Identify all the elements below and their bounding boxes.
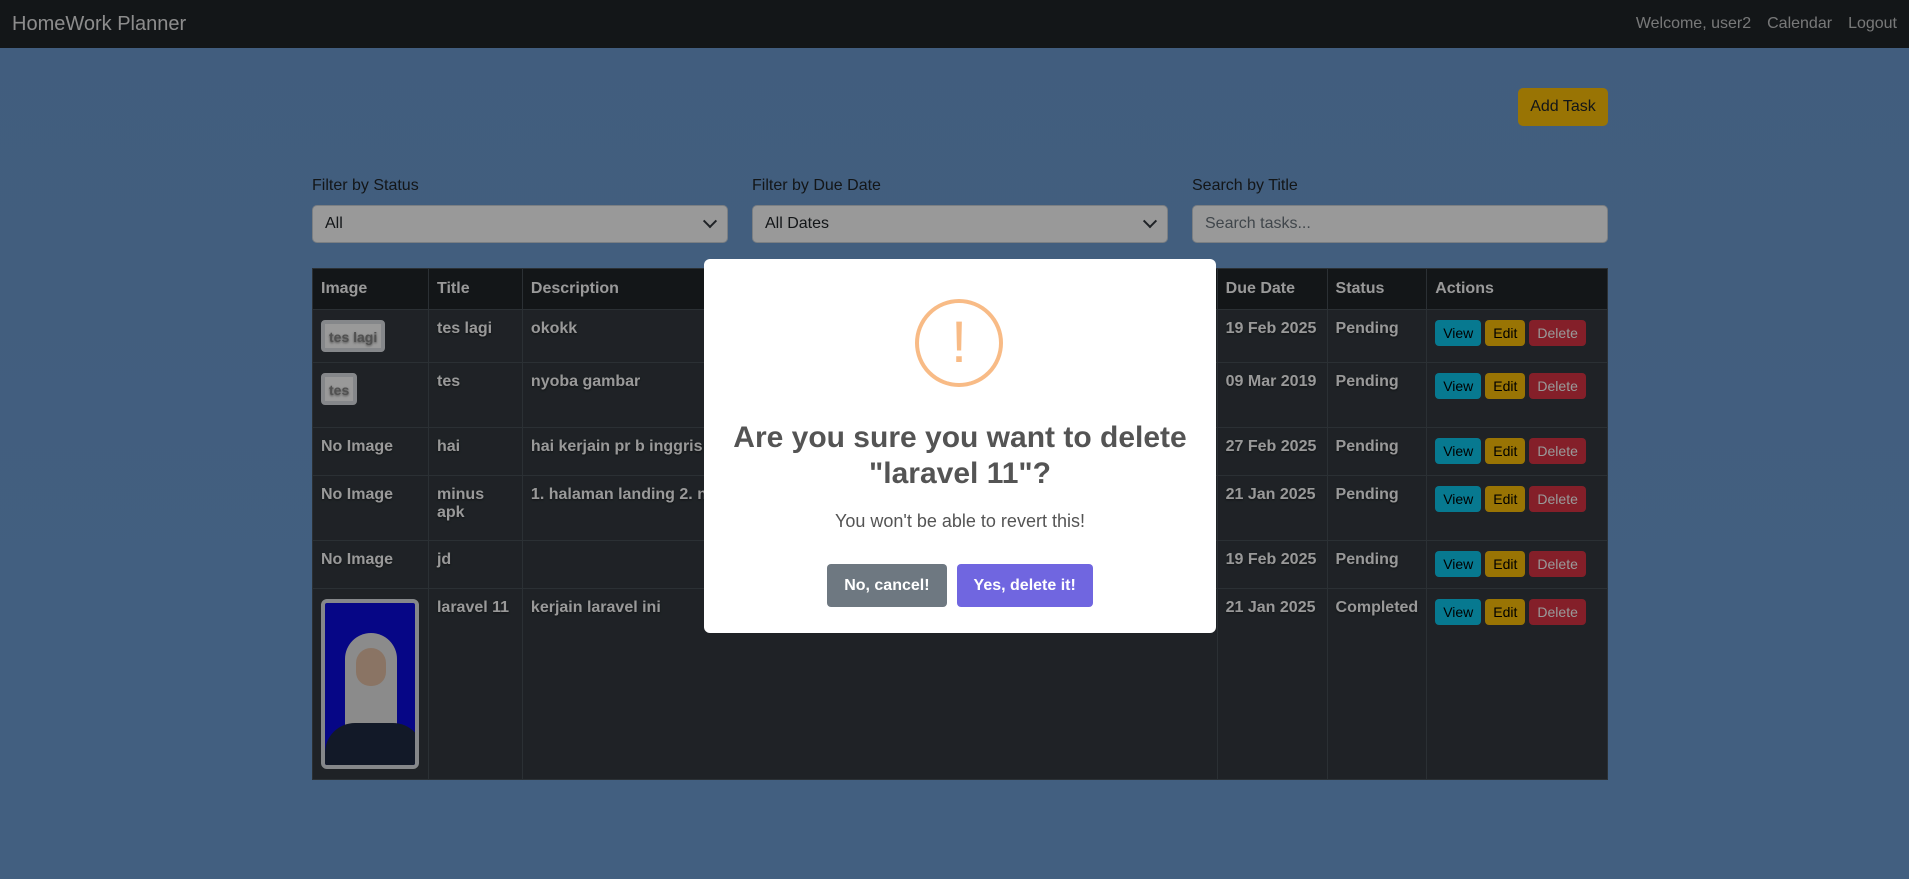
warning-icon: ! bbox=[915, 299, 1003, 387]
confirm-delete-button[interactable]: Yes, delete it! bbox=[956, 564, 1093, 607]
delete-confirm-dialog: ! Are you sure you want to delete "larav… bbox=[704, 259, 1216, 633]
cancel-button[interactable]: No, cancel! bbox=[827, 564, 947, 607]
dialog-text: You won't be able to revert this! bbox=[835, 511, 1085, 531]
dialog-actions: No, cancel! Yes, delete it! bbox=[704, 564, 1216, 607]
dialog-title: Are you sure you want to delete "laravel… bbox=[733, 421, 1187, 490]
